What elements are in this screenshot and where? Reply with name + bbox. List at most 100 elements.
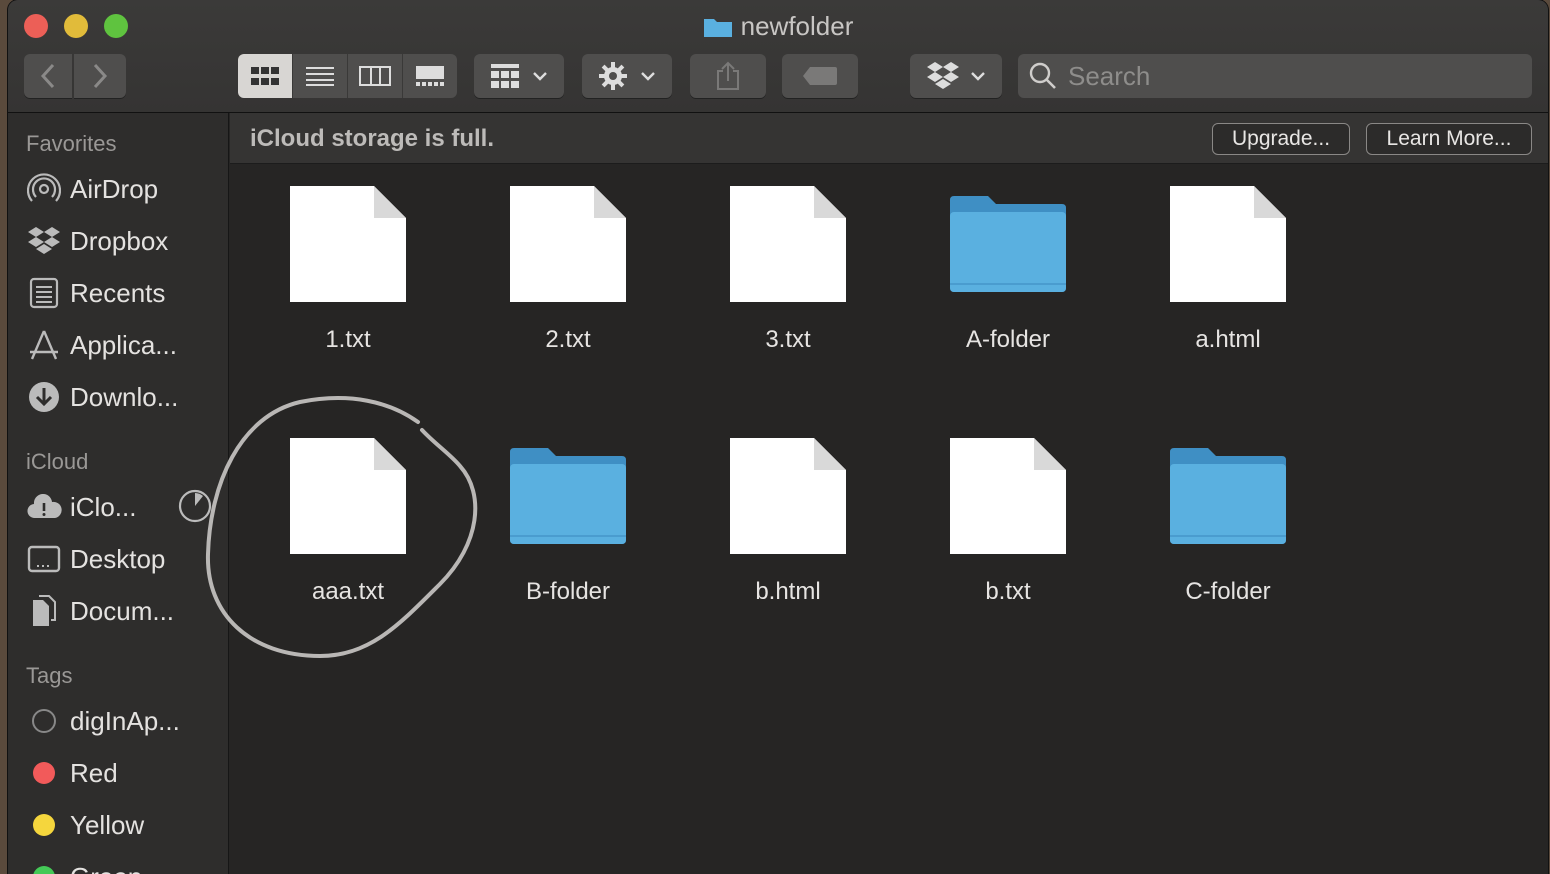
group-by-button[interactable] [474,54,564,98]
sidebar-item-label: iClo... [70,491,137,522]
sidebar-item-label: Yellow [70,809,145,840]
chevron-left-icon [40,63,55,89]
folder-icon [950,196,1066,292]
tags-button[interactable] [782,54,858,98]
chevron-down-icon [971,72,985,81]
airdrop-icon [26,171,62,207]
yellow-dot-icon [33,814,55,836]
tag-color-dot-wrapper [26,859,62,874]
file-name: b.txt [985,578,1031,605]
sidebar-item-label: Dropbox [70,225,169,256]
file-item[interactable]: 2.txt [468,184,668,424]
sidebar: Favorites AirDrop Dropbox Recents Applic… [8,113,229,874]
file-name: B-folder [525,578,611,605]
folder-icon [703,19,732,37]
learn-more-button[interactable]: Learn More... [1366,123,1532,155]
search-input[interactable] [1066,59,1510,93]
sidebar-item-documents[interactable]: Docum... [26,589,226,633]
icon-view-icon [251,67,279,85]
sidebar-item-downloads[interactable]: Downlo... [26,375,226,419]
applications-icon [26,327,62,363]
file-grid: 1.txt 2.txt 3.txt A-folder a.html aaa.tx… [230,164,1548,874]
share-button[interactable] [690,54,766,98]
tag-color-dot-wrapper [26,755,62,791]
back-button[interactable] [24,54,72,98]
sidebar-item-label: Docum... [70,595,175,626]
file-name: b.html [755,578,821,605]
tag-icon [803,67,837,85]
tag-empty-dot-icon [32,709,56,733]
sidebar-item-label: Recents [70,277,166,308]
icloud-warning-icon [26,489,62,525]
desktop-icon [26,541,62,577]
folder-icon [1170,448,1286,544]
icloud-storage-banner: iCloud storage is full. Upgrade... Learn… [230,113,1548,164]
sidebar-heading-favorites: Favorites [26,131,117,156]
document-icon [290,186,406,302]
banner-message: iCloud storage is full. [250,125,495,152]
file-item[interactable]: a.html [1128,184,1328,424]
toolbar: newfolder [8,0,1548,113]
sidebar-item-dropbox[interactable]: Dropbox [26,219,226,263]
chevron-down-icon [641,72,655,81]
tag-color-dot-wrapper [26,807,62,843]
group-grid-icon [491,64,519,88]
sidebar-tag-red[interactable]: Red [26,751,226,795]
list-view-button[interactable] [293,54,348,98]
column-view-button[interactable] [348,54,403,98]
documents-icon [26,593,62,629]
sidebar-item-label: Applica... [70,329,177,360]
storage-pie-icon [178,489,212,530]
folder-item[interactable]: A-folder [908,184,1108,424]
file-item[interactable]: 1.txt [248,184,448,424]
file-name: 2.txt [545,326,591,353]
sidebar-item-icloud-drive[interactable]: iClo... [26,485,226,529]
sidebar-item-airdrop[interactable]: AirDrop [26,167,226,211]
upgrade-button[interactable]: Upgrade... [1212,123,1350,155]
finder-window: newfolder Search Favorites AirDrop Dropb… [8,0,1548,874]
green-dot-icon [33,866,55,874]
sidebar-item-label: Red [70,757,118,788]
file-name: aaa.txt [311,578,385,605]
gallery-view-button[interactable] [403,54,457,98]
sidebar-item-desktop[interactable]: Desktop [26,537,226,581]
search-icon [1029,62,1056,89]
search-field[interactable] [1018,54,1532,98]
sidebar-tag-green[interactable]: Green [26,855,226,874]
gear-icon [599,62,627,90]
document-icon [290,438,406,554]
folder-item[interactable]: C-folder [1128,436,1328,676]
tag-color-dot-wrapper [26,703,62,739]
sidebar-item-label: digInAp... [70,705,180,736]
document-icon [1170,186,1286,302]
icon-view-button[interactable] [238,54,293,98]
file-item[interactable]: aaa.txt [248,436,448,676]
window-title: newfolder [8,10,1548,42]
file-item[interactable]: 3.txt [688,184,888,424]
share-icon [717,61,739,90]
downloads-icon [26,379,62,415]
sidebar-heading-tags: Tags [26,663,73,688]
sidebar-item-recents[interactable]: Recents [26,271,226,315]
file-item[interactable]: b.txt [908,436,1108,676]
dropbox-icon [26,223,62,259]
folder-item[interactable]: B-folder [468,436,668,676]
forward-button[interactable] [74,54,126,98]
folder-icon [510,448,626,544]
sidebar-tag-yellow[interactable]: Yellow [26,803,226,847]
action-button[interactable] [582,54,672,98]
sidebar-tag-diginapp[interactable]: digInAp... [26,699,226,743]
sidebar-item-label: AirDrop [70,173,159,204]
dropbox-menu-button[interactable] [910,54,1002,98]
document-icon [730,438,846,554]
document-icon [950,438,1066,554]
file-item[interactable]: b.html [688,436,888,676]
sidebar-item-label: Green [70,862,142,874]
sidebar-item-applications[interactable]: Applica... [26,323,226,367]
file-name: 3.txt [765,326,811,353]
list-view-icon [306,67,334,86]
file-name: A-folder [965,326,1051,353]
document-icon [730,186,846,302]
sidebar-item-label: Downlo... [70,381,179,412]
document-icon [510,186,626,302]
